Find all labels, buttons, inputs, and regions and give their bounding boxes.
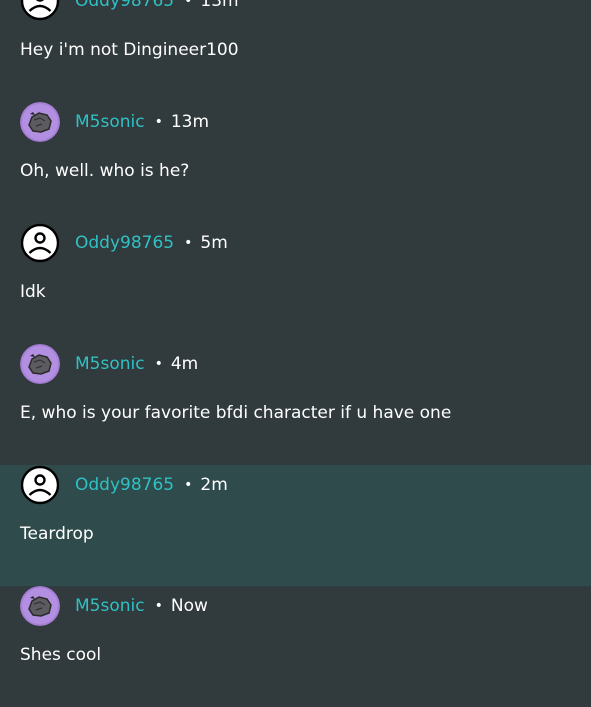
comment-username[interactable]: Oddy98765 bbox=[75, 0, 174, 11]
comment-text: Oh, well. who is he? bbox=[20, 161, 190, 181]
purple-rock-avatar[interactable] bbox=[20, 344, 60, 384]
comment-username[interactable]: M5sonic bbox=[75, 112, 145, 132]
comment-header: M5sonic • 13m bbox=[20, 102, 209, 142]
comment-username[interactable]: Oddy98765 bbox=[75, 475, 174, 495]
separator-dot: • bbox=[154, 114, 163, 130]
default-user-icon[interactable] bbox=[20, 223, 60, 263]
separator-dot: • bbox=[184, 235, 193, 251]
comment-header: Oddy98765 • 13m bbox=[20, 0, 239, 21]
comment-item-highlighted: Oddy98765 • 2m Teardrop bbox=[0, 465, 591, 586]
default-user-icon[interactable] bbox=[20, 0, 60, 21]
comment-timestamp: 2m bbox=[200, 475, 228, 495]
comment-timestamp: 5m bbox=[200, 233, 228, 253]
comment-item: M5sonic • 4m E, who is your favorite bfd… bbox=[0, 344, 591, 465]
comment-header: Oddy98765 • 5m bbox=[20, 223, 228, 263]
comment-text: Shes cool bbox=[20, 645, 102, 665]
separator-dot: • bbox=[184, 0, 193, 9]
default-user-icon[interactable] bbox=[20, 465, 60, 505]
purple-rock-avatar[interactable] bbox=[20, 586, 60, 626]
separator-dot: • bbox=[184, 477, 193, 493]
comment-timestamp: 13m bbox=[170, 112, 210, 132]
comment-text: E, who is your favorite bfdi character i… bbox=[20, 403, 452, 423]
separator-dot: • bbox=[154, 356, 163, 372]
comment-username[interactable]: M5sonic bbox=[75, 354, 145, 374]
comment-header: M5sonic • 4m bbox=[20, 344, 198, 384]
comment-username[interactable]: M5sonic bbox=[75, 596, 145, 616]
comment-text: Hey i'm not Dingineer100 bbox=[20, 40, 239, 60]
comment-timestamp: Now bbox=[170, 596, 208, 616]
comment-username[interactable]: Oddy98765 bbox=[75, 233, 174, 253]
separator-dot: • bbox=[154, 598, 163, 614]
comment-item: Oddy98765 • 5m Idk bbox=[0, 223, 591, 344]
purple-rock-avatar[interactable] bbox=[20, 102, 60, 142]
comment-header: Oddy98765 • 2m bbox=[20, 465, 228, 505]
comment-header: M5sonic • Now bbox=[20, 586, 208, 626]
comment-timestamp: 4m bbox=[170, 354, 199, 374]
comment-text: Idk bbox=[20, 282, 46, 302]
comment-feed: Oddy98765 • 13m Hey i'm not Dingineer100… bbox=[0, 0, 591, 707]
comment-timestamp: 13m bbox=[200, 0, 239, 11]
comment-item: M5sonic • Now Shes cool bbox=[0, 586, 591, 707]
comment-text: Teardrop bbox=[20, 524, 94, 544]
comment-item: Oddy98765 • 13m Hey i'm not Dingineer100 bbox=[0, 0, 591, 102]
comment-item: M5sonic • 13m Oh, well. who is he? bbox=[0, 102, 591, 223]
